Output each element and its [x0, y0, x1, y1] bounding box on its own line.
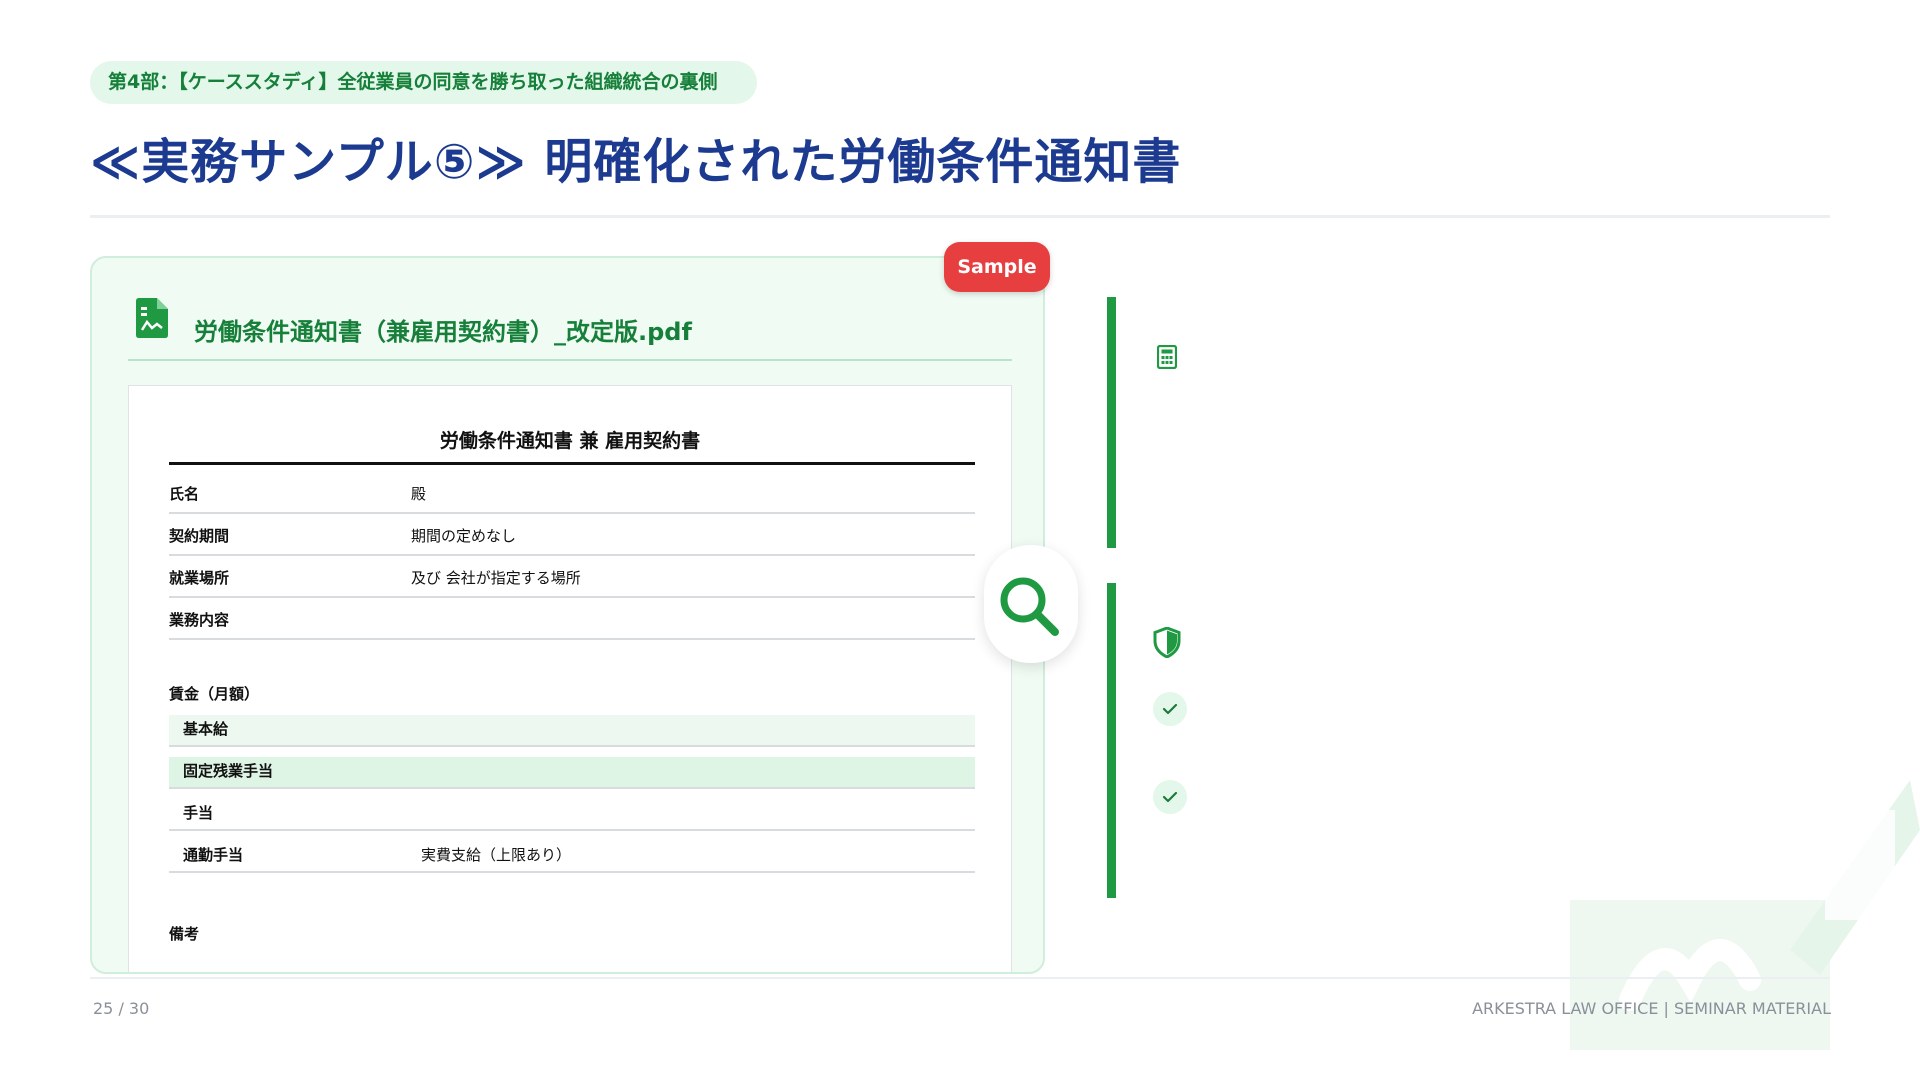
page-title: ≪実務サンプル⑤≫ 明確化された労働条件通知書 [90, 134, 1182, 190]
calculator-icon [1157, 345, 1177, 369]
row-label: 契約期間 [169, 527, 230, 545]
row-work-location: 就業場所 及び 会社が指定する場所 [169, 556, 975, 598]
footer-divider [90, 977, 1830, 979]
file-spreadsheet-icon [136, 298, 168, 338]
document-card: 労働条件通知書（兼雇用契約書）_改定版.pdf 労働条件通知書 兼 雇用契約書 … [90, 256, 1045, 974]
footer-brand: ARKESTRA LAW OFFICE | SEMINAR MATERIAL [1472, 999, 1831, 1018]
wage-label: 基本給 [183, 720, 229, 738]
check-badge [1153, 780, 1187, 814]
wage-value: 実費支給（上限あり） [421, 846, 572, 864]
wage-label: 手当 [183, 804, 214, 822]
zoom-bubble [984, 545, 1078, 663]
contract-document: 労働条件通知書 兼 雇用契約書 氏名 殿 契約期間 期間の定めなし 就業場所 及… [128, 385, 1012, 972]
row-label: 就業場所 [169, 569, 230, 587]
sample-badge: Sample [944, 242, 1050, 292]
row-name: 氏名 殿 [169, 472, 975, 514]
wage-row-allowance: 手当 [169, 799, 975, 831]
accent-bar-top [1107, 297, 1116, 548]
wage-label: 固定残業手当 [183, 762, 274, 780]
magnifier-icon [1000, 577, 1059, 636]
row-value: 殿 [411, 485, 427, 503]
page-number: 25 / 30 [93, 999, 150, 1018]
wage-row-fixed-overtime: 固定残業手当 [169, 757, 975, 789]
check-icon [1162, 791, 1178, 803]
section-chip: 第4部：【ケーススタディ】全従業員の同意を勝ち取った組織統合の裏側 [90, 61, 758, 104]
check-badge [1153, 692, 1187, 726]
shield-icon [1153, 627, 1181, 658]
check-icon [1162, 703, 1178, 715]
row-label: 業務内容 [169, 611, 230, 629]
row-value: 及び 会社が指定する場所 [411, 569, 581, 587]
title-divider [90, 215, 1830, 218]
contract-title: 労働条件通知書 兼 雇用契約書 [439, 430, 701, 452]
file-name: 労働条件通知書（兼雇用契約書）_改定版.pdf [194, 318, 692, 346]
card-divider [128, 359, 1012, 361]
row-value: 期間の定めなし [411, 527, 517, 545]
remarks-label: 備考 [169, 925, 200, 943]
wage-row-commute: 通勤手当 実費支給（上限あり） [169, 841, 975, 873]
row-contract-period: 契約期間 期間の定めなし [169, 514, 975, 556]
row-label: 氏名 [169, 485, 200, 503]
contract-title-rule [169, 462, 975, 465]
row-job-duties: 業務内容 [169, 598, 975, 640]
wage-section-label: 賃金（月額） [169, 685, 260, 703]
wage-row-base: 基本給 [169, 715, 975, 747]
accent-bar-bottom [1107, 583, 1116, 898]
wage-label: 通勤手当 [183, 846, 244, 864]
